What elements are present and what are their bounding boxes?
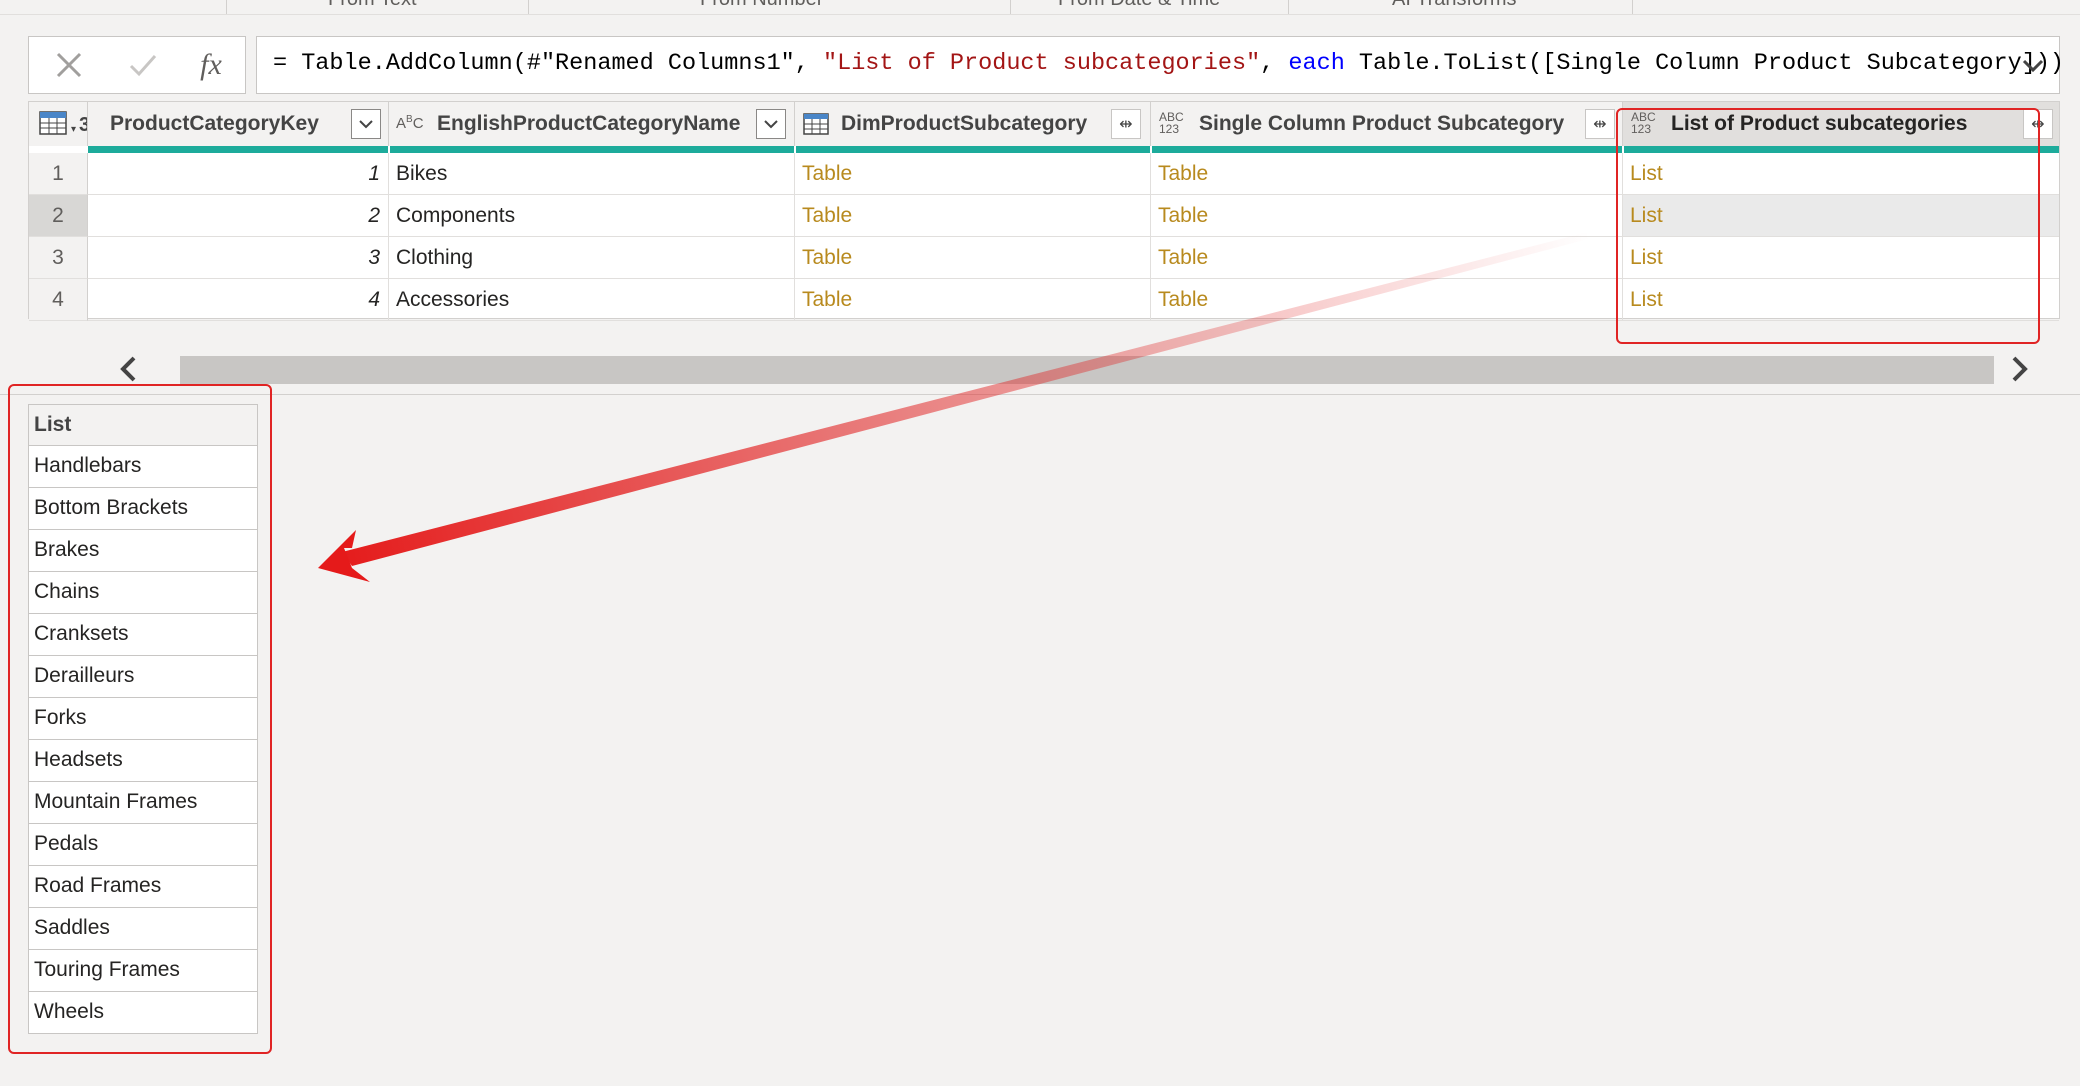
- table-link-cell[interactable]: Table: [1151, 237, 1623, 279]
- ribbon-from-number[interactable]: From Number: [700, 0, 823, 11]
- expand-column-button[interactable]: ⇹: [1585, 109, 1615, 139]
- table-icon: [39, 111, 67, 135]
- ribbon-from-date-time[interactable]: From Date & Time: [1058, 0, 1220, 11]
- cancel-formula-button[interactable]: [39, 37, 99, 93]
- horizontal-scrollbar-thumb[interactable]: [180, 356, 1994, 384]
- corner-type-label: 3: [79, 114, 87, 137]
- commit-formula-button[interactable]: [113, 37, 173, 93]
- annotation-highlight-list-column: [1616, 108, 2040, 344]
- table-cell[interactable]: Clothing: [389, 237, 795, 279]
- ribbon-separator: [1010, 0, 1011, 14]
- column-header-dimproductsubcategory[interactable]: DimProductSubcategory ⇹: [795, 102, 1151, 146]
- formula-prefix: = Table.AddColumn(#"Renamed Columns1",: [273, 50, 823, 77]
- formula-string-literal: "List of Product subcategories": [823, 50, 1261, 77]
- filter-dropdown-button[interactable]: [756, 109, 786, 139]
- expand-icon: ⇹: [1119, 116, 1133, 133]
- column-header-label: EnglishProductCategoryName: [437, 112, 741, 135]
- close-icon: [56, 52, 82, 78]
- table-cell[interactable]: Accessories: [389, 279, 795, 321]
- formula-buttons: fx: [28, 36, 246, 94]
- formula-text: = Table.AddColumn(#"Renamed Columns1", "…: [273, 50, 2064, 77]
- table-link-cell[interactable]: Table: [795, 153, 1151, 195]
- table-link-cell[interactable]: Table: [1151, 195, 1623, 237]
- table-link-cell[interactable]: Table: [1151, 153, 1623, 195]
- table-link-cell[interactable]: Table: [795, 279, 1151, 321]
- column-quality-bar: [1152, 146, 1622, 153]
- chevron-down-icon[interactable]: [2017, 50, 2049, 82]
- table-menu-button[interactable]: ▾ 3: [29, 102, 88, 146]
- column-header-englishproductcategoryname[interactable]: ABC EnglishProductCategoryName: [389, 102, 795, 146]
- row-number[interactable]: 2: [29, 195, 88, 237]
- table-cell[interactable]: Components: [389, 195, 795, 237]
- expand-icon: ⇹: [1593, 116, 1607, 133]
- column-quality-bar: [390, 146, 794, 153]
- column-quality-bar: [796, 146, 1150, 153]
- ribbon-strip: From Text From Number From Date & Time A…: [0, 0, 2080, 15]
- table-link-cell[interactable]: Table: [1151, 279, 1623, 321]
- table-link-cell[interactable]: Table: [795, 237, 1151, 279]
- chevron-down-icon: [359, 120, 373, 129]
- table-cell[interactable]: 2: [88, 195, 389, 237]
- row-number[interactable]: 1: [29, 153, 88, 195]
- table-cell[interactable]: 4: [88, 279, 389, 321]
- chevron-down-icon: [764, 120, 778, 129]
- column-header-label: ProductCategoryKey: [110, 112, 319, 135]
- filter-dropdown-button[interactable]: [351, 109, 381, 139]
- ribbon-separator: [226, 0, 227, 14]
- ribbon-separator: [1288, 0, 1289, 14]
- any-type-icon: ABC 123: [1159, 110, 1184, 136]
- fx-button[interactable]: fx: [181, 37, 241, 93]
- text-type-icon: ABC: [396, 114, 424, 132]
- formula-keyword: each: [1288, 50, 1345, 77]
- ribbon-from-text[interactable]: From Text: [328, 0, 417, 11]
- formula-separator: ,: [1260, 50, 1289, 77]
- row-number[interactable]: 3: [29, 237, 88, 279]
- table-cell[interactable]: Bikes: [389, 153, 795, 195]
- column-header-label: Single Column Product Subcategory: [1199, 112, 1565, 135]
- formula-suffix: Table.ToList([Single Column Product Subc…: [1344, 50, 2065, 77]
- annotation-highlight-list-preview: [8, 384, 272, 1054]
- column-quality-bar: [88, 146, 388, 153]
- table-type-icon: [803, 113, 829, 135]
- scroll-right-arrow-icon[interactable]: [2004, 352, 2034, 386]
- ribbon-separator: [1632, 0, 1633, 14]
- column-header-productcategorykey[interactable]: ProductCategoryKey: [88, 102, 389, 146]
- column-header-single-column-product-subcategory[interactable]: ABC 123 Single Column Product Subcategory…: [1151, 102, 1623, 146]
- scroll-left-arrow-icon[interactable]: [114, 352, 144, 386]
- expand-column-button[interactable]: ⇹: [1111, 109, 1141, 139]
- formula-input[interactable]: = Table.AddColumn(#"Renamed Columns1", "…: [256, 36, 2064, 94]
- row-number[interactable]: 4: [29, 279, 88, 321]
- ribbon-separator: [528, 0, 529, 14]
- table-cell[interactable]: 3: [88, 237, 389, 279]
- pane-divider: [0, 394, 2080, 395]
- ribbon-ai-transforms[interactable]: AI Transforms: [1392, 0, 1516, 11]
- column-header-label: DimProductSubcategory: [841, 112, 1088, 135]
- table-cell[interactable]: 1: [88, 153, 389, 195]
- checkmark-icon: [129, 55, 157, 77]
- table-link-cell[interactable]: Table: [795, 195, 1151, 237]
